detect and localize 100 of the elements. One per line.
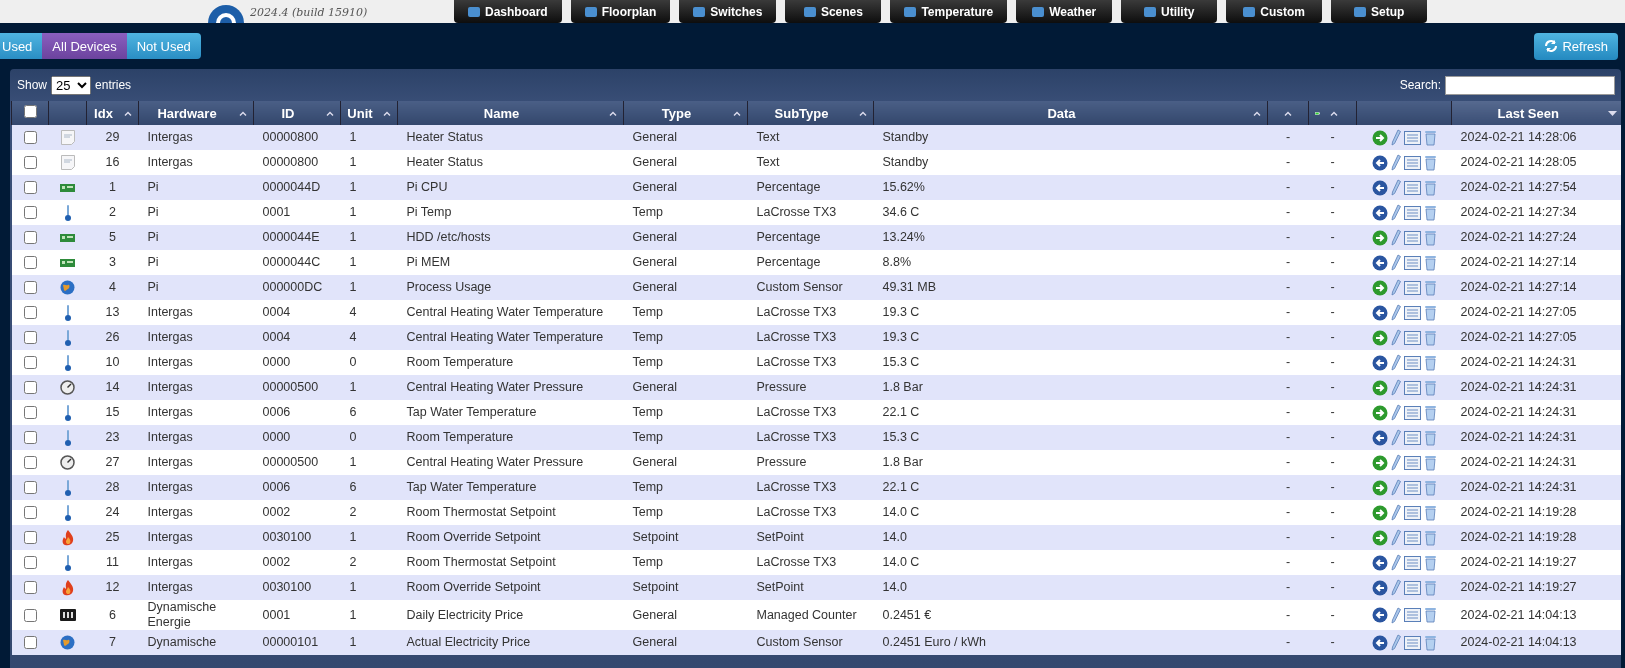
list-icon[interactable] <box>1403 355 1421 370</box>
trash-icon[interactable] <box>1423 179 1437 196</box>
column-header[interactable]: ID <box>281 105 295 121</box>
column-header[interactable]: Name <box>483 105 520 121</box>
list-icon[interactable] <box>1403 555 1421 570</box>
pencil-icon[interactable] <box>1390 554 1401 571</box>
trash-icon[interactable] <box>1423 529 1437 546</box>
arrow-right-icon[interactable] <box>1371 129 1388 146</box>
trash-icon[interactable] <box>1423 129 1437 146</box>
nav-button[interactable]: Switches <box>679 0 777 23</box>
list-icon[interactable] <box>1403 155 1421 170</box>
row-checkbox[interactable] <box>23 506 37 520</box>
select-all-checkbox[interactable] <box>23 105 37 118</box>
list-icon[interactable] <box>1403 505 1421 520</box>
pencil-icon[interactable] <box>1390 454 1401 471</box>
pencil-icon[interactable] <box>1390 606 1401 624</box>
sort-icon[interactable] <box>383 110 391 116</box>
sort-icon[interactable] <box>859 110 867 116</box>
nav-button[interactable]: Dashboard <box>454 0 562 23</box>
sort-desc-icon[interactable] <box>1607 110 1617 116</box>
row-checkbox[interactable] <box>23 356 37 370</box>
pencil-icon[interactable] <box>1390 479 1401 496</box>
list-icon[interactable] <box>1403 480 1421 495</box>
row-checkbox[interactable] <box>23 456 37 470</box>
row-checkbox[interactable] <box>23 181 37 195</box>
row-checkbox[interactable] <box>23 256 37 270</box>
sort-icon[interactable] <box>239 110 247 116</box>
row-checkbox[interactable] <box>23 156 37 170</box>
pencil-icon[interactable] <box>1390 329 1401 346</box>
row-checkbox[interactable] <box>23 431 37 445</box>
nav-button[interactable]: Custom <box>1226 0 1323 23</box>
sort-icon[interactable] <box>733 110 741 116</box>
nav-button[interactable]: Setup <box>1331 0 1428 23</box>
page-size-select[interactable]: 25 <box>51 75 92 95</box>
pencil-icon[interactable] <box>1390 354 1401 371</box>
pencil-icon[interactable] <box>1390 254 1401 271</box>
row-checkbox[interactable] <box>23 381 37 395</box>
trash-icon[interactable] <box>1423 229 1437 246</box>
arrow-right-icon[interactable] <box>1371 279 1388 296</box>
trash-icon[interactable] <box>1423 579 1437 596</box>
pencil-icon[interactable] <box>1390 279 1401 296</box>
arrow-left-icon[interactable] <box>1371 254 1388 271</box>
list-icon[interactable] <box>1403 430 1421 445</box>
nav-button[interactable]: Utility <box>1121 0 1218 23</box>
list-icon[interactable] <box>1403 635 1421 650</box>
arrow-left-icon[interactable] <box>1371 429 1388 446</box>
row-checkbox[interactable] <box>23 556 37 570</box>
trash-icon[interactable] <box>1423 279 1437 296</box>
row-checkbox[interactable] <box>23 636 37 650</box>
arrow-left-icon[interactable] <box>1371 204 1388 221</box>
trash-icon[interactable] <box>1423 479 1437 496</box>
list-icon[interactable] <box>1403 580 1421 595</box>
nav-button[interactable]: Weather <box>1016 0 1113 23</box>
row-checkbox[interactable] <box>23 206 37 220</box>
list-icon[interactable] <box>1403 305 1421 320</box>
nav-button[interactable]: Temperature <box>890 0 1008 23</box>
pencil-icon[interactable] <box>1390 204 1401 221</box>
list-icon[interactable] <box>1403 230 1421 245</box>
arrow-left-icon[interactable] <box>1371 354 1388 371</box>
arrow-right-icon[interactable] <box>1371 229 1388 246</box>
list-icon[interactable] <box>1403 380 1421 395</box>
list-icon[interactable] <box>1403 608 1421 622</box>
sort-icon[interactable] <box>609 110 617 116</box>
trash-icon[interactable] <box>1423 379 1437 396</box>
sort-icon[interactable] <box>1330 110 1338 116</box>
arrow-right-icon[interactable] <box>1371 404 1388 421</box>
trash-icon[interactable] <box>1423 304 1437 321</box>
row-checkbox[interactable] <box>23 231 37 245</box>
arrow-left-icon[interactable] <box>1371 179 1388 196</box>
trash-icon[interactable] <box>1423 329 1437 346</box>
list-icon[interactable] <box>1403 455 1421 470</box>
sort-icon[interactable] <box>1284 110 1292 116</box>
trash-icon[interactable] <box>1423 204 1437 221</box>
pencil-icon[interactable] <box>1390 129 1401 146</box>
arrow-right-icon[interactable] <box>1371 529 1388 546</box>
column-header[interactable]: Data <box>1047 105 1076 121</box>
row-checkbox[interactable] <box>23 306 37 320</box>
pencil-icon[interactable] <box>1390 404 1401 421</box>
list-icon[interactable] <box>1403 255 1421 270</box>
list-icon[interactable] <box>1403 330 1421 345</box>
search-field[interactable] <box>1445 75 1615 95</box>
trash-icon[interactable] <box>1423 154 1437 171</box>
nav-button[interactable]: Scenes <box>785 0 882 23</box>
trash-icon[interactable] <box>1423 354 1437 371</box>
trash-icon[interactable] <box>1423 504 1437 521</box>
nav-button[interactable]: Floorplan <box>570 0 671 23</box>
row-checkbox[interactable] <box>23 481 37 495</box>
arrow-left-icon[interactable] <box>1371 607 1388 623</box>
pencil-icon[interactable] <box>1390 304 1401 321</box>
trash-icon[interactable] <box>1423 404 1437 421</box>
sort-icon[interactable] <box>1253 110 1261 116</box>
row-checkbox[interactable] <box>23 531 37 545</box>
pencil-icon[interactable] <box>1390 229 1401 246</box>
arrow-right-icon[interactable] <box>1371 329 1388 346</box>
pencil-icon[interactable] <box>1390 504 1401 521</box>
list-icon[interactable] <box>1403 530 1421 545</box>
row-checkbox[interactable] <box>23 581 37 595</box>
trash-icon[interactable] <box>1423 634 1437 651</box>
list-icon[interactable] <box>1403 130 1421 145</box>
trash-icon[interactable] <box>1423 254 1437 271</box>
